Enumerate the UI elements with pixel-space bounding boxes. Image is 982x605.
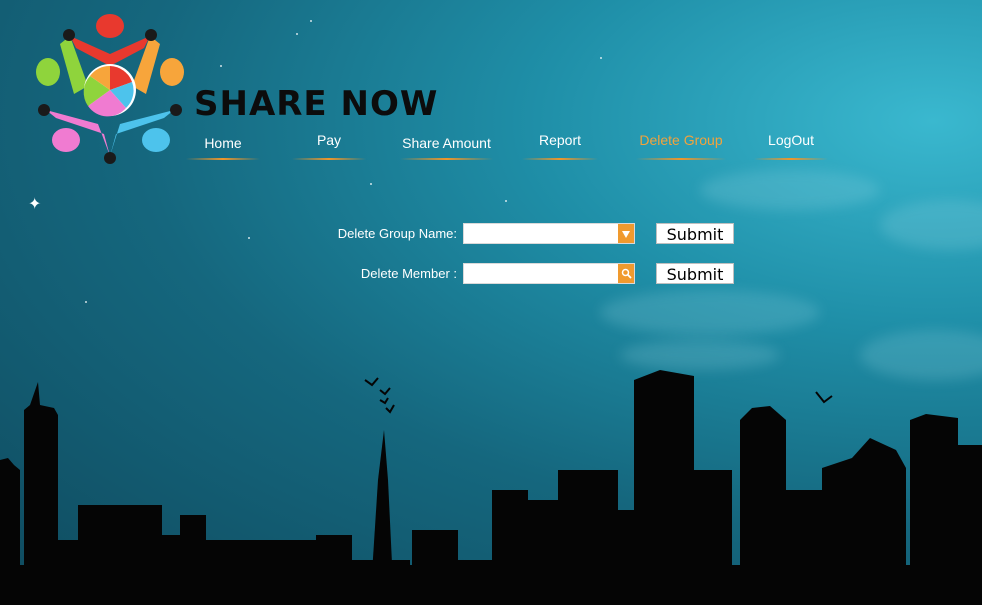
sparkle-icon: ✦ bbox=[28, 196, 42, 213]
delete-group-label: Delete Group Name: bbox=[337, 226, 457, 241]
nav-report[interactable]: Report bbox=[522, 130, 598, 160]
delete-group-select[interactable] bbox=[463, 223, 635, 244]
nav-logout[interactable]: LogOut bbox=[754, 130, 828, 160]
delete-member-row: Delete Member : Submit bbox=[0, 263, 982, 287]
nav-share-amount[interactable]: Share Amount bbox=[400, 130, 493, 160]
nav-report-label: Report bbox=[538, 132, 582, 148]
nav-home[interactable]: Home bbox=[186, 130, 260, 160]
delete-member-submit-button[interactable]: Submit bbox=[656, 263, 734, 284]
nav-underline bbox=[636, 158, 726, 160]
nav-delete-group-label: Delete Group bbox=[639, 132, 723, 148]
nav-home-label: Home bbox=[204, 135, 242, 151]
city-skyline bbox=[0, 370, 982, 605]
nav-delete-group[interactable]: Delete Group bbox=[636, 130, 726, 160]
nav-underline bbox=[754, 158, 828, 160]
delete-group-submit-button[interactable]: Submit bbox=[656, 223, 734, 244]
nav-share-amount-label: Share Amount bbox=[402, 135, 491, 151]
nav-underline bbox=[522, 158, 598, 160]
search-icon[interactable] bbox=[618, 264, 634, 283]
delete-member-label: Delete Member : bbox=[360, 266, 457, 281]
nav-underline bbox=[400, 158, 493, 160]
nav-pay[interactable]: Pay bbox=[292, 130, 366, 160]
nav-underline bbox=[186, 158, 260, 160]
chevron-down-icon[interactable] bbox=[618, 224, 634, 243]
nav-logout-label: LogOut bbox=[768, 132, 814, 148]
delete-member-input[interactable] bbox=[463, 263, 635, 284]
delete-group-row: Delete Group Name: Submit bbox=[0, 223, 982, 247]
nav-underline bbox=[292, 158, 366, 160]
brand-title: SHARE NOW bbox=[194, 84, 439, 124]
main-nav: Home Pay Share Amount Report Delete Grou… bbox=[0, 130, 982, 162]
nav-pay-label: Pay bbox=[316, 132, 342, 148]
